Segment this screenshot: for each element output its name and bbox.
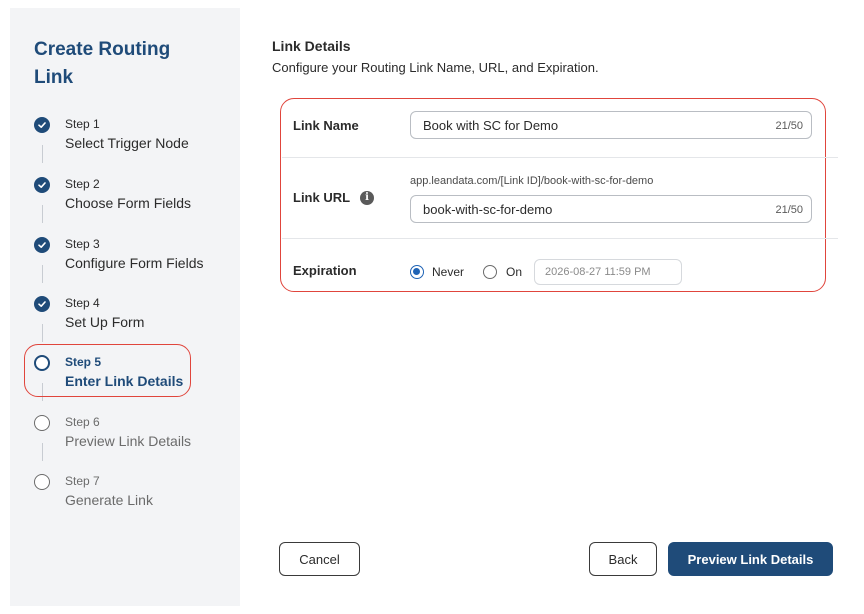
link-name-input[interactable]: Book with SC for Demo 21/50 (410, 111, 812, 139)
step-connector (42, 443, 43, 461)
step-5[interactable]: Step 5 Enter Link Details (34, 353, 234, 403)
step-name: Preview Link Details (65, 433, 192, 449)
expiration-date-value: 2026-08-27 11:59 PM (545, 266, 651, 278)
step-name: Configure Form Fields (65, 255, 204, 271)
step-2[interactable]: Step 2 Choose Form Fields (34, 175, 234, 225)
step-7[interactable]: Step 7 Generate Link (34, 472, 234, 522)
empty-circle-icon (34, 474, 50, 490)
step-name: Enter Link Details (65, 373, 184, 389)
step-number: Step 1 (65, 117, 100, 131)
step-number: Step 7 (65, 474, 100, 488)
current-step-circle-icon (34, 355, 50, 371)
page-title: Link Details (272, 38, 351, 54)
expiration-date-input[interactable]: 2026-08-27 11:59 PM (534, 259, 682, 285)
expiration-on-label[interactable]: On (506, 265, 522, 279)
step-connector (42, 324, 43, 342)
link-url-preview: app.leandata.com/[Link ID]/book-with-sc-… (410, 175, 654, 187)
step-connector (42, 265, 43, 283)
step-number: Step 5 (65, 355, 102, 369)
check-circle-icon (34, 296, 50, 312)
step-name: Select Trigger Node (65, 135, 189, 151)
step-number: Step 3 (65, 237, 100, 251)
empty-circle-icon (34, 415, 50, 431)
step-name: Set Up Form (65, 314, 145, 330)
link-name-char-count: 21/50 (775, 120, 803, 132)
link-url-value: book-with-sc-for-demo (423, 202, 553, 217)
info-icon[interactable]: i (360, 191, 374, 205)
step-number: Step 6 (65, 415, 100, 429)
back-button[interactable]: Back (589, 542, 657, 576)
link-url-label: Link URL (293, 190, 351, 205)
step-name: Generate Link (65, 492, 153, 508)
expiration-never-label[interactable]: Never (432, 265, 464, 279)
step-connector (42, 383, 43, 401)
step-name: Choose Form Fields (65, 195, 192, 211)
step-1[interactable]: Step 1 Select Trigger Node (34, 115, 234, 165)
preview-link-details-button[interactable]: Preview Link Details (668, 542, 833, 576)
row-divider (282, 238, 838, 239)
check-circle-icon (34, 177, 50, 193)
expiration-never-radio[interactable] (410, 265, 424, 279)
expiration-on-radio[interactable] (483, 265, 497, 279)
step-connector (42, 205, 43, 223)
step-4[interactable]: Step 4 Set Up Form (34, 294, 234, 344)
link-name-value: Book with SC for Demo (423, 118, 559, 133)
link-url-input[interactable]: book-with-sc-for-demo 21/50 (410, 195, 812, 223)
step-number: Step 2 (65, 177, 100, 191)
step-connector (42, 145, 43, 163)
step-number: Step 4 (65, 296, 100, 310)
link-name-label: Link Name (293, 118, 359, 133)
cancel-button[interactable]: Cancel (279, 542, 360, 576)
page-subtitle: Configure your Routing Link Name, URL, a… (272, 60, 599, 75)
row-divider (282, 157, 838, 158)
step-3[interactable]: Step 3 Configure Form Fields (34, 235, 234, 285)
sidebar-title: Create Routing Link (34, 39, 171, 88)
link-url-char-count: 21/50 (775, 204, 803, 216)
check-circle-icon (34, 117, 50, 133)
expiration-label: Expiration (293, 263, 357, 278)
step-6[interactable]: Step 6 Preview Link Details (34, 413, 234, 463)
check-circle-icon (34, 237, 50, 253)
